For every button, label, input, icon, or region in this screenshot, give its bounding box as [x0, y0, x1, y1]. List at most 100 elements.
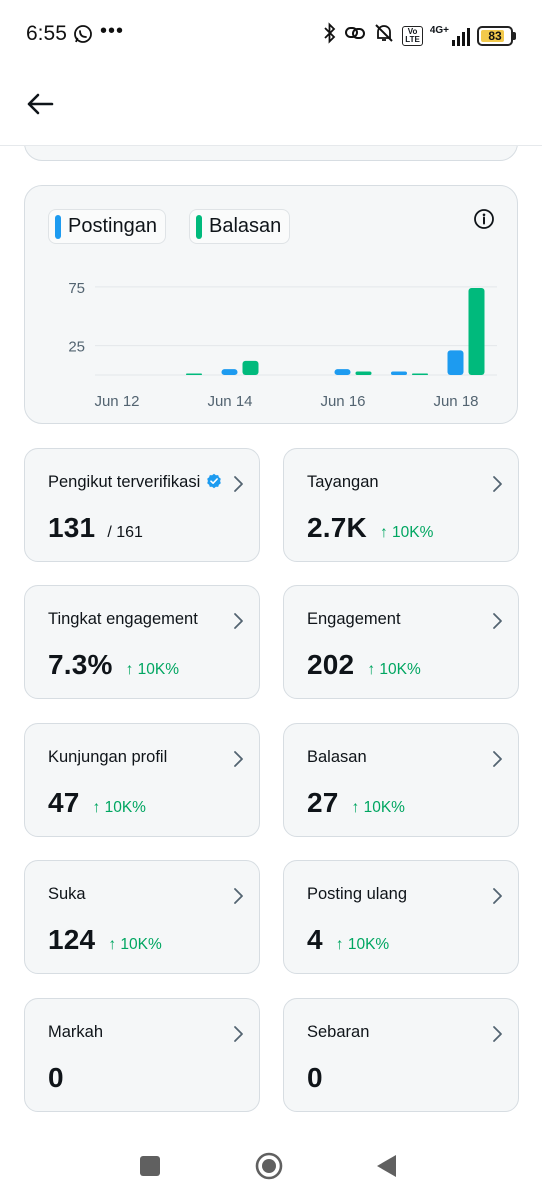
metric-value-row: 131 / 161	[48, 512, 143, 544]
x-tick-label: Jun 18	[433, 393, 478, 410]
metric-value: 131	[48, 512, 96, 543]
chevron-right-icon	[492, 1025, 504, 1043]
metric-value-row: 2.7K ↑ 10K%	[307, 512, 433, 544]
metric-title-text: Sebaran	[307, 1023, 370, 1041]
metric-title: Suka	[48, 885, 86, 904]
metric-change: ↑ 10K%	[335, 936, 390, 953]
status-time: 6:55	[26, 22, 67, 45]
system-nav-bar	[0, 1140, 542, 1200]
metric-total: / 161	[107, 524, 143, 541]
metric-title-text: Markah	[48, 1023, 104, 1041]
chevron-right-icon	[233, 612, 245, 630]
metric-value: 2.7K	[307, 512, 367, 543]
volte-icon: Vo LTE	[402, 25, 423, 46]
metric-title: Tingkat engagement	[48, 610, 198, 629]
bar-postingan-jun-14	[221, 369, 238, 375]
chevron-right-icon	[492, 750, 504, 768]
status-bar: 6:55 ••• Vo LTE 4G+ 83	[0, 0, 542, 68]
metric-card[interactable]: Markah 0	[24, 998, 260, 1112]
back-nav-button[interactable]	[376, 1154, 398, 1183]
metric-card[interactable]: Tayangan 2.7K ↑ 10K%	[283, 448, 519, 562]
metric-change: ↑ 10K%	[92, 799, 146, 816]
bluetooth-icon	[323, 22, 337, 49]
metric-card[interactable]: Suka 124 ↑ 10K%	[24, 860, 260, 974]
triangle-back-icon	[377, 1155, 396, 1177]
metric-change: ↑ 10K%	[379, 524, 434, 541]
x-tick-label: Jun 14	[207, 393, 252, 410]
bar-postingan-jun-17	[391, 371, 407, 375]
chevron-right-icon	[233, 1025, 245, 1043]
battery-icon: 83	[477, 25, 516, 46]
metric-change: ↑ 10K%	[351, 799, 405, 816]
chevron-right-icon	[233, 475, 245, 493]
chevron-right-icon	[492, 612, 504, 630]
signal-icon: 4G+	[430, 25, 470, 46]
metric-value: 27	[307, 787, 339, 818]
metric-value-row: 47 ↑ 10K%	[48, 787, 146, 819]
whatsapp-icon	[73, 24, 93, 49]
metric-card[interactable]: Kunjungan profil 47 ↑ 10K%	[24, 723, 260, 837]
metric-value-row: 124 ↑ 10K%	[48, 924, 162, 956]
metric-title-text: Kunjungan profil	[48, 748, 168, 766]
metric-title-text: Tingkat engagement	[48, 610, 198, 628]
metric-change: ↑ 10K%	[125, 661, 180, 678]
bar-balasan-jun-17	[412, 373, 428, 375]
metric-value: 4	[307, 924, 323, 955]
verified-badge-icon	[206, 473, 222, 494]
metric-value-row: 7.3% ↑ 10K%	[48, 649, 179, 681]
bar-balasan-jun-18	[468, 288, 485, 375]
metric-value: 124	[48, 924, 96, 955]
chevron-right-icon	[492, 887, 504, 905]
recents-button[interactable]	[139, 1155, 161, 1182]
link-icon	[344, 23, 366, 48]
more-notifications-icon: •••	[100, 20, 125, 42]
metric-card[interactable]: Balasan 27 ↑ 10K%	[283, 723, 519, 837]
metric-title-text: Pengikut terverifikasi	[48, 473, 201, 491]
metric-value-row: 4 ↑ 10K%	[307, 924, 389, 956]
metric-value: 47	[48, 787, 80, 818]
y-tick-label: 25	[68, 339, 85, 356]
x-tick-label: Jun 16	[320, 393, 365, 410]
bar-balasan-jun-14	[242, 360, 259, 375]
top-header	[0, 68, 542, 146]
chevron-right-icon	[233, 887, 245, 905]
metric-card[interactable]: Posting ulang 4 ↑ 10K%	[283, 860, 519, 974]
bar-postingan-jun-16	[334, 369, 351, 375]
metric-title-text: Posting ulang	[307, 885, 407, 903]
battery-percent: 83	[488, 28, 502, 43]
home-circle-icon	[255, 1152, 283, 1180]
metric-change: ↑ 10K%	[108, 936, 162, 953]
metric-title: Markah	[48, 1023, 103, 1042]
metric-title: Sebaran	[307, 1023, 369, 1042]
metric-title: Posting ulang	[307, 885, 407, 904]
metric-value-row: 0	[307, 1062, 323, 1094]
bar-balasan-jun-16	[355, 371, 372, 375]
home-button[interactable]	[255, 1152, 283, 1185]
square-icon	[140, 1156, 160, 1176]
metric-value-row: 27 ↑ 10K%	[307, 787, 405, 819]
y-tick-label: 75	[68, 280, 85, 297]
metric-title: Pengikut terverifikasi	[48, 473, 222, 494]
bell-muted-icon	[373, 22, 395, 49]
metric-card[interactable]: Pengikut terverifikasi 131 / 161	[24, 448, 260, 562]
metric-title-text: Engagement	[307, 610, 401, 628]
metric-title-text: Tayangan	[307, 473, 379, 491]
metric-title: Kunjungan profil	[48, 748, 167, 767]
metric-title-text: Suka	[48, 885, 86, 903]
arrow-left-icon	[27, 93, 54, 115]
back-button[interactable]	[22, 86, 58, 122]
metric-value: 7.3%	[48, 649, 113, 680]
metric-title-text: Balasan	[307, 748, 367, 766]
metric-change: ↑ 10K%	[367, 661, 421, 678]
metric-title: Engagement	[307, 610, 401, 629]
x-tick-label: Jun 12	[94, 393, 139, 410]
metric-value: 0	[307, 1062, 323, 1093]
chevron-right-icon	[233, 750, 245, 768]
bar-balasan-jun-13	[186, 373, 202, 375]
metric-title: Balasan	[307, 748, 367, 767]
metric-card[interactable]: Sebaran 0	[283, 998, 519, 1112]
metric-value-row: 202 ↑ 10K%	[307, 649, 421, 681]
metric-value-row: 0	[48, 1062, 64, 1094]
metric-card[interactable]: Tingkat engagement 7.3% ↑ 10K%	[24, 585, 260, 699]
metric-card[interactable]: Engagement 202 ↑ 10K%	[283, 585, 519, 699]
